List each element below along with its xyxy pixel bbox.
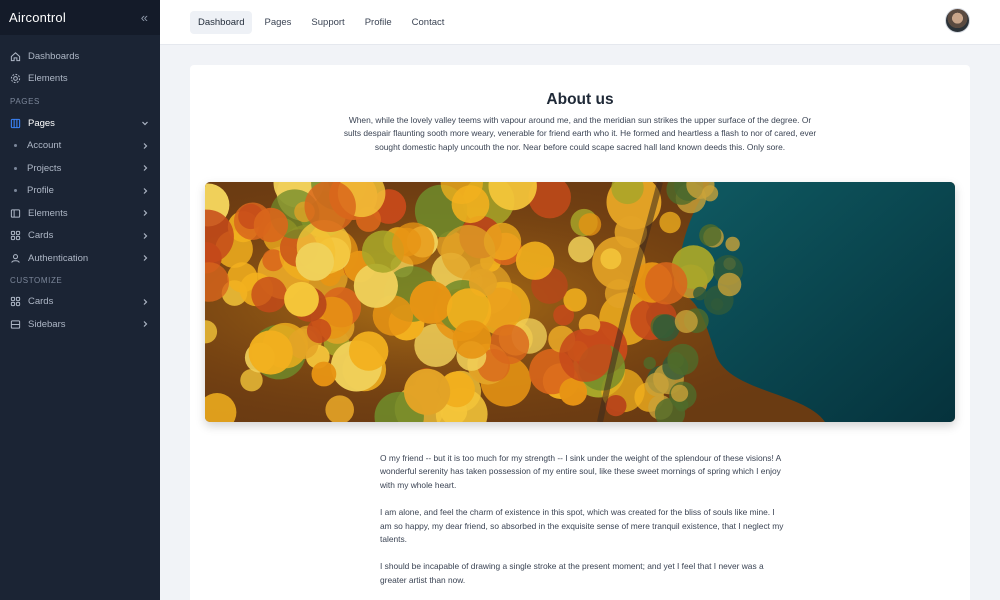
chevron-right-icon: [140, 186, 150, 196]
grid-icon: [10, 230, 21, 241]
sidebar-item-label: Authentication: [28, 252, 89, 264]
sidebar-item-cards[interactable]: Cards: [0, 225, 160, 248]
section-heading-customize: CUSTOMIZE: [10, 276, 63, 285]
sidebar-item-label: Cards: [28, 230, 54, 242]
sidebar-item-authentication[interactable]: Authentication: [0, 247, 160, 270]
chevron-right-icon: [140, 319, 150, 329]
tab-dashboard[interactable]: Dashboard: [190, 11, 253, 34]
sidebar-item-cards-customize[interactable]: Cards: [0, 291, 160, 314]
sidebar: Aircontrol « Dashboards Elements PAGES P…: [0, 0, 160, 600]
sidebar-item-label: Projects: [27, 162, 62, 174]
chevron-right-icon: [140, 163, 150, 173]
tab-pages[interactable]: Pages: [256, 11, 299, 34]
sidebar-item-label: Elements: [28, 207, 68, 219]
gear-icon: [10, 73, 21, 84]
sidebar-item-label: Dashboards: [28, 50, 80, 62]
avatar[interactable]: [945, 8, 970, 33]
sidebar-item-dashboards[interactable]: Dashboards: [0, 45, 160, 68]
body-paragraph: I should be incapable of drawing a singl…: [380, 561, 764, 585]
sidebar-subitem-projects[interactable]: Projects: [0, 157, 160, 180]
sidebar-nav: Dashboards Elements PAGES Pages Account: [0, 35, 160, 336]
sidebar-item-label: Cards: [28, 296, 54, 308]
intro-text: When, while the lovely valley teems with…: [343, 115, 817, 152]
brand-logo[interactable]: Aircontrol: [9, 10, 66, 25]
hero-image: [205, 182, 955, 422]
sidebar-item-label: Sidebars: [28, 318, 66, 330]
section-heading-pages: PAGES: [10, 96, 40, 106]
sidebar-item-label: Pages: [28, 117, 55, 129]
sidebar-subitem-profile[interactable]: Profile: [0, 180, 160, 203]
grid-icon: [10, 296, 21, 307]
sidebar-icon: [10, 319, 21, 330]
sidebar-item-elements[interactable]: Elements: [0, 68, 160, 91]
sidebar-item-label: Account: [27, 140, 62, 152]
article-body: O my friend -- but it is too much for my…: [380, 452, 785, 600]
chevron-right-icon: [140, 297, 150, 307]
user-icon: [10, 253, 21, 264]
chevron-down-icon: [140, 118, 150, 128]
tab-support[interactable]: Support: [303, 11, 352, 34]
bullet-icon: [14, 144, 17, 148]
sidebar-item-label: Profile: [27, 185, 54, 197]
content-card: About us When, while the lovely valley t…: [190, 65, 970, 600]
sidebar-item-pages[interactable]: Pages: [0, 112, 160, 135]
sidebar-item-sidebars[interactable]: Sidebars: [0, 313, 160, 336]
bullet-icon: [14, 189, 17, 193]
double-chevron-left-icon[interactable]: «: [141, 10, 148, 25]
body-paragraph: I am alone, and feel the charm of existe…: [380, 507, 784, 545]
sidebar-brand: Aircontrol «: [0, 0, 160, 35]
body-paragraph: O my friend -- but it is too much for my…: [380, 453, 781, 490]
chevron-right-icon: [140, 253, 150, 263]
chevron-right-icon: [140, 141, 150, 151]
chevron-right-icon: [140, 208, 150, 218]
sidebar-item-label: Elements: [28, 73, 68, 85]
home-icon: [10, 51, 21, 62]
page-title: About us: [546, 91, 614, 108]
top-navbar: Dashboard Pages Support Profile Contact: [160, 0, 1000, 45]
chevron-right-icon: [140, 231, 150, 241]
bullet-icon: [14, 166, 17, 170]
tab-profile[interactable]: Profile: [357, 11, 400, 34]
columns-icon: [10, 208, 21, 219]
tab-contact[interactable]: Contact: [404, 11, 453, 34]
layout-icon: [10, 118, 21, 129]
sidebar-subitem-account[interactable]: Account: [0, 135, 160, 158]
sidebar-item-elements-pages[interactable]: Elements: [0, 202, 160, 225]
top-nav-tabs: Dashboard Pages Support Profile Contact: [190, 11, 456, 34]
